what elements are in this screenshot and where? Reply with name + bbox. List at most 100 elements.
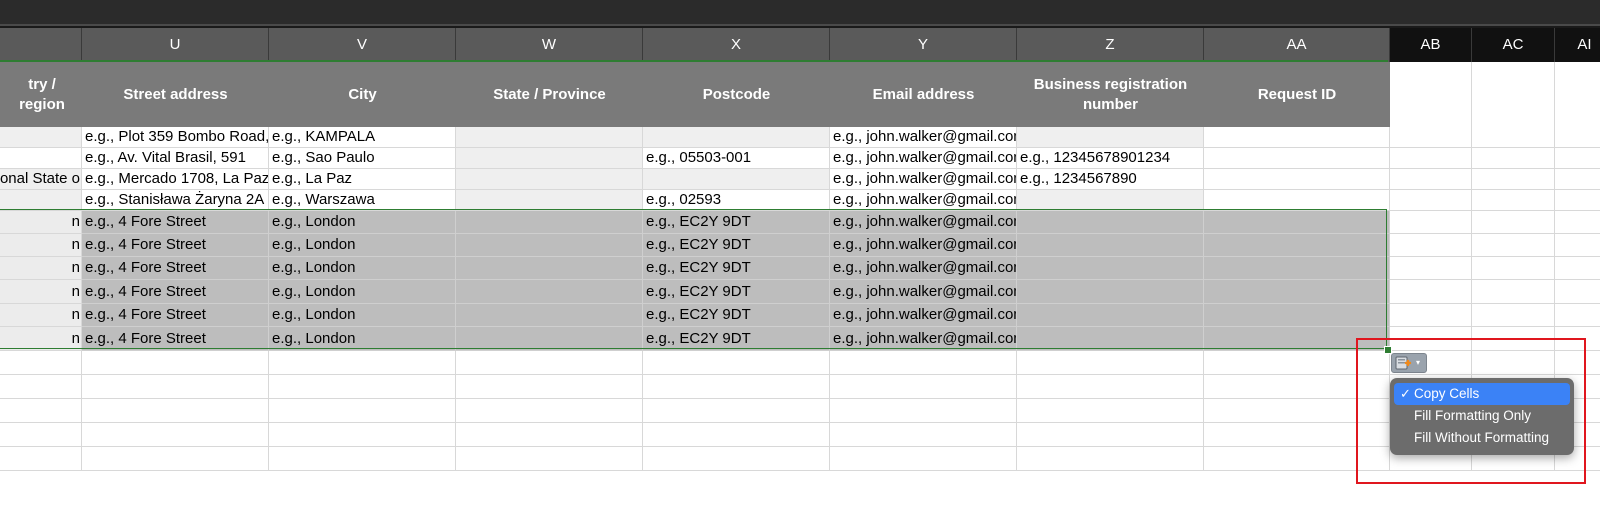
- table-cell[interactable]: [1390, 280, 1472, 304]
- header-cell[interactable]: State / Province: [456, 62, 643, 127]
- table-cell[interactable]: [456, 375, 643, 399]
- column-letter-t[interactable]: [0, 28, 82, 62]
- table-cell[interactable]: [1472, 127, 1555, 148]
- table-cell[interactable]: e.g., 4 Fore Street: [82, 327, 269, 351]
- table-cell[interactable]: [1390, 169, 1472, 190]
- table-cell[interactable]: e.g., EC2Y 9DT: [643, 257, 830, 280]
- table-cell[interactable]: [1472, 169, 1555, 190]
- table-cell[interactable]: [1555, 280, 1600, 304]
- table-cell[interactable]: [830, 351, 1017, 375]
- table-cell[interactable]: [456, 148, 643, 169]
- table-cell[interactable]: [1390, 304, 1472, 327]
- table-cell[interactable]: [0, 127, 82, 148]
- header-cell[interactable]: Email address: [830, 62, 1017, 127]
- table-cell[interactable]: [1472, 257, 1555, 280]
- table-cell[interactable]: [1204, 234, 1390, 257]
- table-cell[interactable]: [1555, 190, 1600, 211]
- table-cell[interactable]: [1204, 211, 1390, 234]
- table-cell[interactable]: [1017, 304, 1204, 327]
- table-cell[interactable]: e.g., 12345678901234: [1017, 148, 1204, 169]
- table-cell[interactable]: [643, 399, 830, 423]
- header-cell[interactable]: [1472, 62, 1555, 127]
- table-cell[interactable]: n: [0, 257, 82, 280]
- table-cell[interactable]: e.g., EC2Y 9DT: [643, 211, 830, 234]
- table-cell[interactable]: e.g., Warszawa: [269, 190, 456, 211]
- table-cell[interactable]: [456, 257, 643, 280]
- table-cell[interactable]: e.g., john.walker@gmail.com: [830, 148, 1017, 169]
- table-cell[interactable]: n: [0, 280, 82, 304]
- table-cell[interactable]: [0, 447, 82, 471]
- table-cell[interactable]: [456, 327, 643, 351]
- table-cell[interactable]: e.g., john.walker@gmail.com: [830, 304, 1017, 327]
- table-cell[interactable]: n: [0, 211, 82, 234]
- table-cell[interactable]: [456, 127, 643, 148]
- table-cell[interactable]: [269, 375, 456, 399]
- table-cell[interactable]: e.g., London: [269, 211, 456, 234]
- column-letter-v[interactable]: V: [269, 28, 456, 62]
- table-cell[interactable]: [830, 423, 1017, 447]
- column-letter-u[interactable]: U: [82, 28, 269, 62]
- table-cell[interactable]: [456, 351, 643, 375]
- table-cell[interactable]: [1017, 234, 1204, 257]
- table-cell[interactable]: [830, 375, 1017, 399]
- table-cell[interactable]: [1017, 190, 1204, 211]
- table-cell[interactable]: [456, 399, 643, 423]
- table-cell[interactable]: [269, 447, 456, 471]
- table-cell[interactable]: [1017, 327, 1204, 351]
- table-cell[interactable]: e.g., KAMPALA: [269, 127, 456, 148]
- table-cell[interactable]: [1472, 304, 1555, 327]
- table-cell[interactable]: [1204, 257, 1390, 280]
- table-cell[interactable]: [1017, 257, 1204, 280]
- table-cell[interactable]: e.g., London: [269, 234, 456, 257]
- table-cell[interactable]: [1390, 148, 1472, 169]
- table-cell[interactable]: [1017, 447, 1204, 471]
- table-cell[interactable]: [1472, 148, 1555, 169]
- table-cell[interactable]: e.g., john.walker@gmail.com: [830, 211, 1017, 234]
- table-cell[interactable]: [1390, 190, 1472, 211]
- table-cell[interactable]: [456, 280, 643, 304]
- column-letter-ac[interactable]: AC: [1472, 28, 1555, 62]
- table-cell[interactable]: [269, 423, 456, 447]
- table-cell[interactable]: [1017, 399, 1204, 423]
- table-cell[interactable]: e.g., EC2Y 9DT: [643, 280, 830, 304]
- header-cell[interactable]: [1555, 62, 1600, 127]
- table-cell[interactable]: n: [0, 304, 82, 327]
- header-cell[interactable]: Business registration number: [1017, 62, 1204, 127]
- column-letter-x[interactable]: X: [643, 28, 830, 62]
- header-cell[interactable]: City: [269, 62, 456, 127]
- table-cell[interactable]: [1472, 190, 1555, 211]
- table-cell[interactable]: e.g., London: [269, 280, 456, 304]
- table-cell[interactable]: [1555, 148, 1600, 169]
- table-cell[interactable]: e.g., 4 Fore Street: [82, 211, 269, 234]
- table-cell[interactable]: [1017, 280, 1204, 304]
- table-cell[interactable]: e.g., 4 Fore Street: [82, 280, 269, 304]
- table-cell[interactable]: [456, 211, 643, 234]
- table-cell[interactable]: [0, 399, 82, 423]
- table-cell[interactable]: [1204, 127, 1390, 148]
- table-cell[interactable]: e.g., 1234567890: [1017, 169, 1204, 190]
- table-cell[interactable]: e.g., Sao Paulo: [269, 148, 456, 169]
- table-cell[interactable]: [82, 399, 269, 423]
- table-cell[interactable]: [0, 148, 82, 169]
- table-cell[interactable]: [1017, 375, 1204, 399]
- header-cell[interactable]: Postcode: [643, 62, 830, 127]
- table-cell[interactable]: e.g., London: [269, 304, 456, 327]
- table-cell[interactable]: [1555, 211, 1600, 234]
- table-cell[interactable]: [643, 423, 830, 447]
- table-cell[interactable]: [1390, 234, 1472, 257]
- table-cell[interactable]: [643, 127, 830, 148]
- table-cell[interactable]: [456, 169, 643, 190]
- table-cell[interactable]: [1017, 423, 1204, 447]
- table-cell[interactable]: e.g., EC2Y 9DT: [643, 327, 830, 351]
- table-cell[interactable]: [1204, 148, 1390, 169]
- table-cell[interactable]: [1472, 234, 1555, 257]
- table-cell[interactable]: [82, 447, 269, 471]
- table-cell[interactable]: [456, 234, 643, 257]
- table-cell[interactable]: [830, 447, 1017, 471]
- table-cell[interactable]: [830, 399, 1017, 423]
- table-cell[interactable]: e.g., john.walker@gmail.com: [830, 234, 1017, 257]
- table-cell[interactable]: e.g., Av. Vital Brasil, 591: [82, 148, 269, 169]
- table-cell[interactable]: n: [0, 327, 82, 351]
- table-cell[interactable]: e.g., London: [269, 257, 456, 280]
- table-cell[interactable]: [456, 447, 643, 471]
